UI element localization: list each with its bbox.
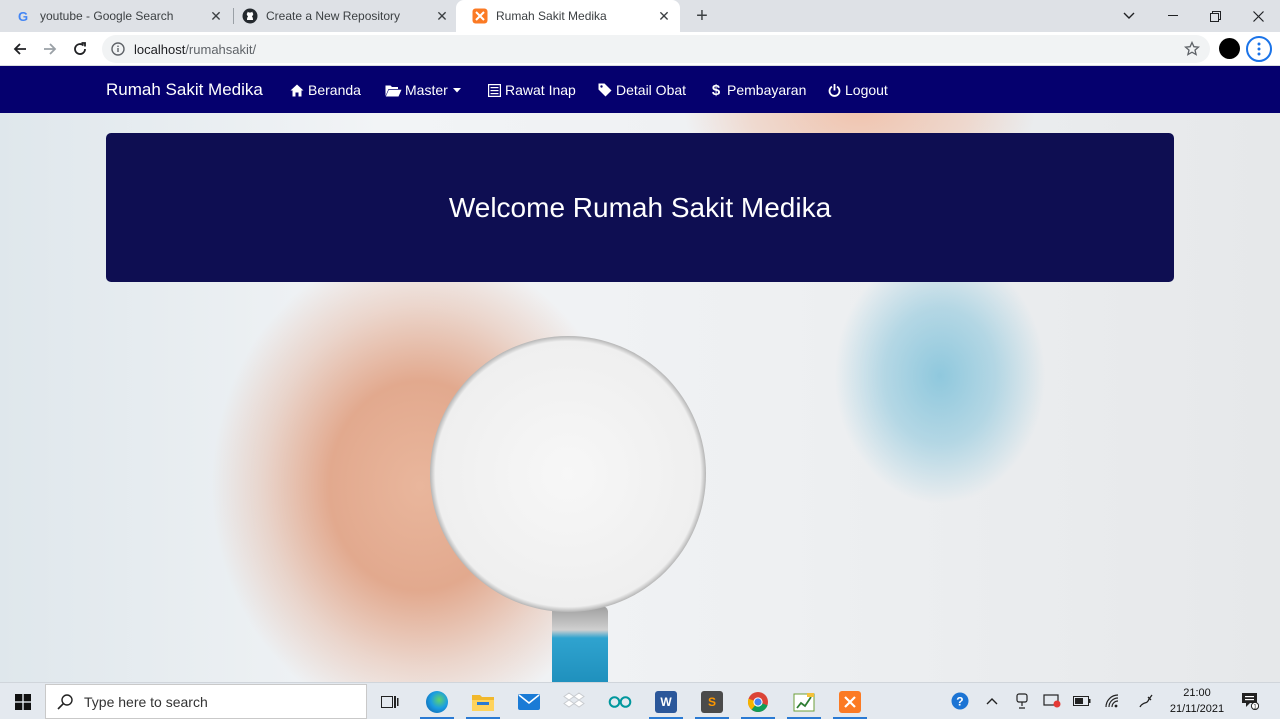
svg-text:G: G bbox=[18, 9, 28, 23]
url-path: /rumahsakit/ bbox=[185, 41, 257, 57]
windows-taskbar: Type here to search W S ? 21:00 21/11/20… bbox=[0, 682, 1280, 719]
help-icon[interactable]: ? bbox=[950, 690, 970, 712]
close-icon bbox=[1252, 10, 1264, 22]
welcome-heading: Welcome Rumah Sakit Medika bbox=[448, 191, 832, 223]
profile-avatar[interactable] bbox=[1219, 38, 1240, 59]
close-window-button[interactable] bbox=[1236, 0, 1280, 32]
arrow-right-icon bbox=[44, 43, 57, 55]
more-vert-icon bbox=[1257, 42, 1261, 56]
address-bar[interactable]: localhost/rumahsakit/ bbox=[102, 35, 1210, 63]
close-tab-icon[interactable]: ✕ bbox=[656, 8, 672, 24]
site-navbar: Rumah Sakit Medika Beranda Master Rawat … bbox=[0, 66, 1280, 113]
word-icon[interactable]: W bbox=[645, 686, 687, 719]
edge-icon[interactable] bbox=[416, 686, 458, 719]
tab-strip: G youtube - Google Search ✕ Create a New… bbox=[0, 0, 1280, 32]
nav-label: Pembayaran bbox=[727, 82, 807, 98]
nav-label: Rawat Inap bbox=[505, 82, 576, 98]
sublime-text-icon[interactable]: S bbox=[691, 686, 733, 719]
info-icon[interactable] bbox=[110, 41, 126, 57]
stethoscope-chestpiece bbox=[430, 336, 706, 612]
nav-beranda[interactable]: Beranda bbox=[289, 82, 361, 98]
reload-icon bbox=[74, 42, 86, 55]
nav-detail-obat[interactable]: Detail Obat bbox=[597, 82, 686, 98]
nav-label: Beranda bbox=[308, 82, 361, 98]
url-host: localhost bbox=[134, 41, 186, 57]
stethoscope-stem bbox=[552, 606, 608, 682]
nav-rawat-inap[interactable]: Rawat Inap bbox=[486, 82, 576, 98]
list-alt-icon bbox=[486, 83, 502, 97]
reload-button[interactable] bbox=[68, 37, 92, 61]
page-viewport: Rumah Sakit Medika Beranda Master Rawat … bbox=[0, 66, 1280, 682]
google-icon: G bbox=[16, 8, 32, 24]
notifications-icon[interactable]: 1 bbox=[1240, 690, 1260, 712]
close-tab-icon[interactable]: ✕ bbox=[434, 8, 450, 24]
new-tab-button[interactable]: + bbox=[690, 4, 714, 28]
browser-toolbar: localhost/rumahsakit/ bbox=[0, 32, 1280, 66]
battery-icon[interactable] bbox=[1072, 690, 1092, 712]
dollar-icon: $ bbox=[711, 81, 721, 99]
pen-ink-icon[interactable] bbox=[1136, 690, 1156, 712]
xampp-icon[interactable] bbox=[829, 686, 871, 719]
restore-icon bbox=[1209, 10, 1221, 22]
home-icon bbox=[289, 83, 305, 97]
chevron-down-icon bbox=[1123, 12, 1135, 19]
tab-title: Rumah Sakit Medika bbox=[496, 9, 607, 23]
nav-label: Master bbox=[405, 82, 448, 98]
taskbar-search-box[interactable]: Type here to search bbox=[45, 684, 367, 719]
remote-access-icon[interactable] bbox=[1042, 690, 1062, 712]
wifi-icon[interactable] bbox=[1103, 690, 1123, 712]
nav-logout[interactable]: Logout bbox=[826, 82, 888, 98]
file-explorer-icon[interactable] bbox=[462, 686, 504, 719]
navbar-brand[interactable]: Rumah Sakit Medika bbox=[106, 80, 263, 100]
close-tab-icon[interactable]: ✕ bbox=[208, 8, 224, 24]
task-view-icon[interactable] bbox=[369, 686, 411, 718]
show-hidden-icons-chevron-up-icon[interactable] bbox=[982, 690, 1002, 712]
tab-google-search[interactable]: G youtube - Google Search ✕ bbox=[0, 0, 232, 32]
power-icon bbox=[826, 83, 842, 97]
svg-text:?: ? bbox=[956, 695, 963, 709]
dropbox-icon[interactable] bbox=[553, 686, 595, 718]
clock-date: 21/11/2021 bbox=[1169, 703, 1225, 715]
caret-down-icon bbox=[452, 87, 461, 93]
search-placeholder: Type here to search bbox=[84, 693, 208, 710]
github-icon bbox=[242, 8, 258, 24]
xampp-icon bbox=[472, 8, 488, 24]
excel-icon[interactable] bbox=[783, 686, 825, 719]
clock-time: 21:00 bbox=[1183, 687, 1211, 699]
chrome-icon[interactable] bbox=[737, 686, 779, 719]
tab-rumah-sakit[interactable]: Rumah Sakit Medika ✕ bbox=[456, 0, 680, 32]
taskbar-clock[interactable]: 21:00 21/11/2021 bbox=[1162, 685, 1232, 717]
tab-search-button[interactable] bbox=[1107, 0, 1151, 32]
nav-pembayaran[interactable]: $ Pembayaran bbox=[708, 81, 807, 99]
tab-title: youtube - Google Search bbox=[40, 9, 174, 23]
chrome-menu-button[interactable] bbox=[1246, 36, 1272, 62]
restore-button[interactable] bbox=[1193, 0, 1237, 32]
back-button[interactable] bbox=[8, 37, 32, 61]
nav-label: Detail Obat bbox=[616, 82, 687, 98]
folder-open-icon bbox=[384, 83, 402, 97]
minimize-button[interactable] bbox=[1151, 0, 1195, 32]
tab-title: Create a New Repository bbox=[266, 9, 401, 23]
start-button[interactable] bbox=[0, 683, 45, 720]
forward-button[interactable] bbox=[38, 37, 62, 61]
bookmark-star-icon[interactable] bbox=[1183, 40, 1201, 57]
device-icon[interactable] bbox=[1012, 690, 1032, 712]
tab-github[interactable]: Create a New Repository ✕ bbox=[226, 0, 458, 32]
search-icon bbox=[56, 693, 74, 711]
mail-icon[interactable] bbox=[508, 686, 550, 718]
nav-label: Logout bbox=[845, 82, 888, 98]
welcome-jumbotron: Welcome Rumah Sakit Medika bbox=[106, 133, 1174, 282]
tag-icon bbox=[597, 83, 613, 97]
arduino-icon[interactable] bbox=[599, 686, 641, 718]
minimize-icon bbox=[1168, 15, 1178, 16]
url-text: localhost/rumahsakit/ bbox=[134, 42, 256, 57]
arrow-left-icon bbox=[13, 43, 26, 55]
windows-logo-icon bbox=[14, 693, 31, 710]
nav-master-dropdown[interactable]: Master bbox=[384, 82, 461, 98]
